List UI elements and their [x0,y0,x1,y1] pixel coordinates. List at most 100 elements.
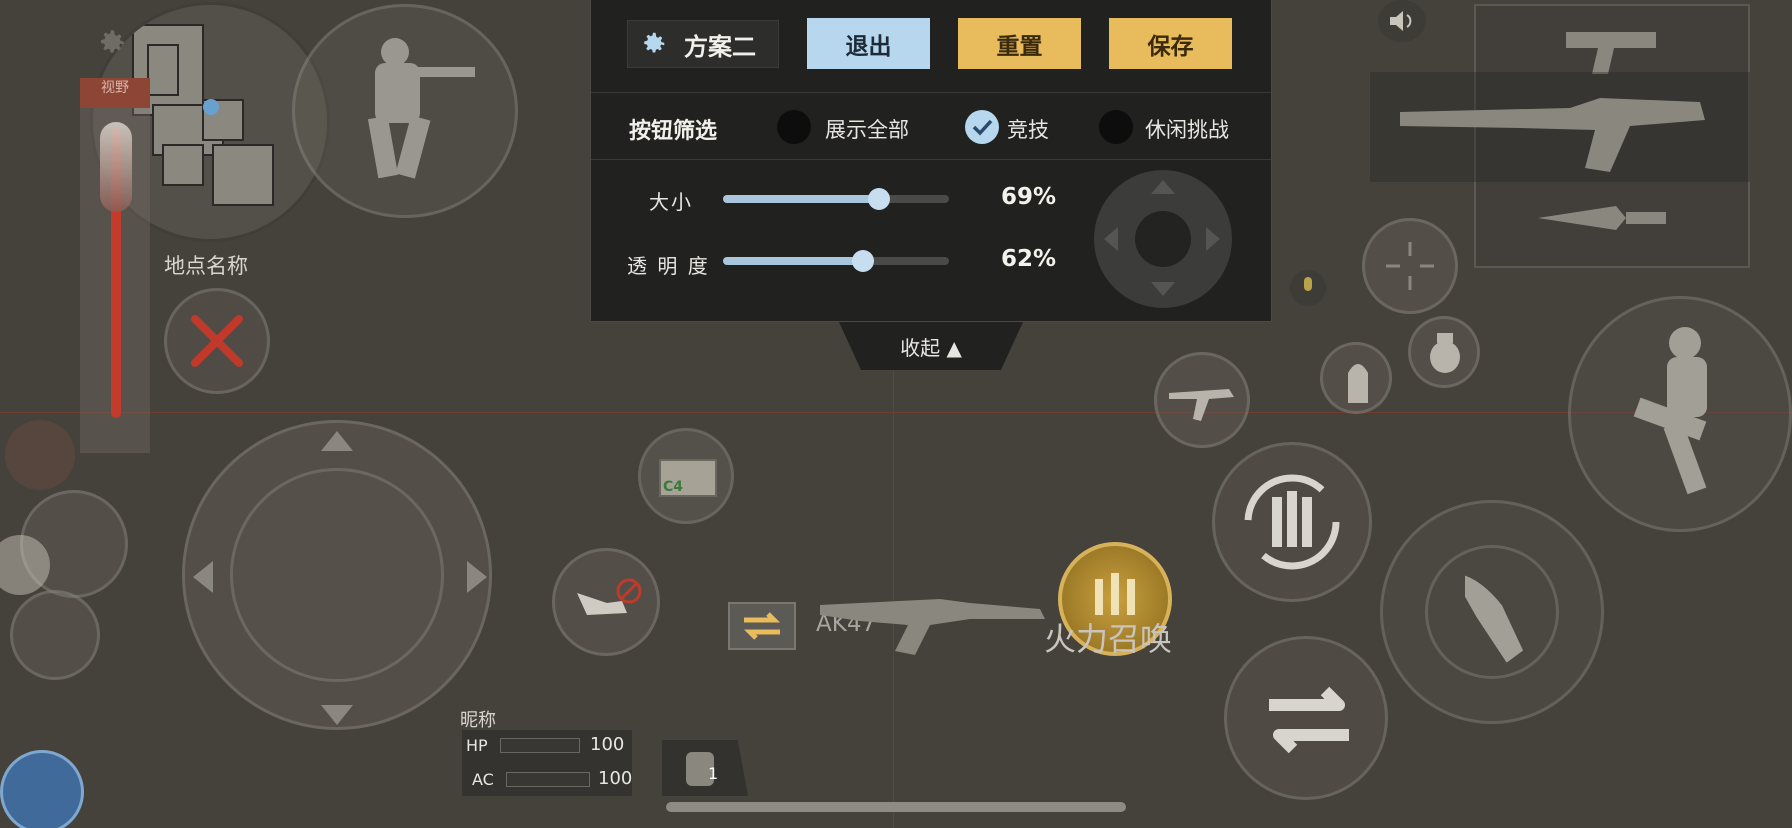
kick-icon [577,578,642,615]
dpad-center [1135,211,1191,267]
grenade-icon [1430,333,1460,373]
map-zoom-label: 视野 [80,78,150,108]
collapse-button[interactable]: 收起 ▲ [839,322,1023,370]
filter-all-label[interactable]: 展示全部 [825,114,909,144]
speaker-button[interactable] [1378,0,1426,42]
weapon-inspect-button[interactable] [1154,352,1250,448]
scope-button[interactable] [1362,218,1458,314]
home-indicator[interactable] [666,802,1126,812]
size-slider[interactable] [723,188,949,210]
grenade-button[interactable] [1408,316,1480,388]
cancel-button[interactable] [164,288,270,394]
scheme-selector[interactable]: 方案二 [627,20,779,68]
rifle-icon [1400,98,1705,172]
jump-icon [1633,327,1707,495]
crouch-jump-button[interactable] [1568,296,1792,532]
filter-all-radio[interactable] [777,110,811,144]
claw-skill-icon[interactable] [5,420,75,490]
nickname: 昵称 [460,710,496,731]
size-label: 大小 [649,190,693,214]
filter-row: 按钮筛选 展示全部 竞技 休闲挑战 [591,93,1271,160]
joystick-right-arrow [467,561,487,593]
switch-weapon-button[interactable] [1224,636,1388,800]
backpack-button[interactable]: 1 [662,740,748,796]
joystick-left-arrow [193,561,213,593]
joystick-up-arrow [321,431,353,451]
kick-button[interactable] [552,548,660,656]
filter-competitive-radio[interactable] [965,110,999,144]
slider-area: 大小 69% 透 明 度 62% [591,160,1271,320]
close-icon [191,315,243,367]
reset-button[interactable]: 重置 [958,18,1081,69]
bullet-icon [1465,573,1524,663]
size-slider-fill [723,195,879,203]
status-panel: HP 100 AC 100 [462,730,632,796]
guide-line-horizontal [0,412,1792,413]
size-value: 69% [1001,184,1057,210]
filter-casual-radio[interactable] [1099,110,1133,144]
backpack-count: 1 [708,764,719,783]
size-slider-knob[interactable] [867,188,890,210]
hp-label: HP [466,736,488,755]
soldier-aim-icon [367,38,475,179]
switch-icon [1269,686,1349,754]
zoom-handle[interactable] [100,122,132,212]
ak47-icon [820,599,1045,655]
skill-button-2[interactable] [10,590,100,680]
opacity-slider[interactable] [723,250,949,272]
location-name: 地点名称 [164,254,248,278]
gear-icon[interactable] [94,26,128,60]
reload-button[interactable] [1212,442,1372,602]
joystick[interactable] [182,420,492,730]
dpad-left-arrow [1104,227,1118,251]
ak47-eye-icon [1169,389,1234,421]
crouch-jump-icon[interactable] [0,750,84,828]
bullet-switch-button[interactable] [1320,342,1392,414]
c4-label: C4 [663,479,684,495]
ac-bar [506,772,590,787]
primary-weapon-slot[interactable] [1370,72,1750,182]
scope-icon [1386,242,1434,290]
fire-support-label: 火力召唤 [1044,620,1173,658]
c4-button[interactable]: C4 [638,428,734,524]
weapon-swap-button[interactable] [728,602,796,650]
dpad-down-arrow [1151,282,1175,296]
bullet-icon [1348,364,1368,403]
layout-settings-panel: 方案二 退出 重置 保存 按钮筛选 展示全部 竞技 休闲挑战 大小 69% 透 … [590,0,1272,322]
opacity-value: 62% [1001,246,1057,272]
opacity-label: 透 明 度 [627,254,710,278]
knife-icon[interactable] [1536,198,1676,238]
mic-button[interactable] [1290,270,1326,306]
dpad-up-arrow [1151,180,1175,194]
filter-casual-label[interactable]: 休闲挑战 [1145,114,1229,144]
filter-title: 按钮筛选 [629,119,718,144]
ac-value: 100 [598,768,633,789]
player-marker [203,99,219,115]
dpad-right-arrow [1206,227,1220,251]
reload-icon [1244,474,1340,570]
speaker-icon [1390,11,1412,31]
panel-header: 方案二 退出 重置 保存 [591,0,1271,93]
c4-icon: C4 [659,459,717,497]
pistol-icon[interactable] [1564,26,1664,76]
joystick-down-arrow [321,705,353,725]
ac-label: AC [472,770,494,789]
gear-icon [644,32,665,53]
opacity-slider-knob[interactable] [852,250,875,272]
swap-icon [743,612,781,640]
hp-value: 100 [590,734,625,755]
save-button[interactable]: 保存 [1109,18,1232,69]
check-icon [972,119,993,136]
aim-mode-button[interactable] [292,4,518,218]
dpad-preview [1094,170,1232,308]
hp-bar [500,738,580,753]
scheme-name: 方案二 [684,32,756,61]
weapon-slots-panel [1370,4,1750,268]
zoom-slider[interactable]: 视野 [80,78,150,453]
opacity-slider-fill [723,257,864,265]
mic-icon [1304,277,1312,291]
fire-button[interactable] [1380,500,1604,724]
joystick-thumb[interactable] [230,468,444,682]
filter-competitive-label[interactable]: 竞技 [1007,114,1049,144]
exit-button[interactable]: 退出 [807,18,930,69]
